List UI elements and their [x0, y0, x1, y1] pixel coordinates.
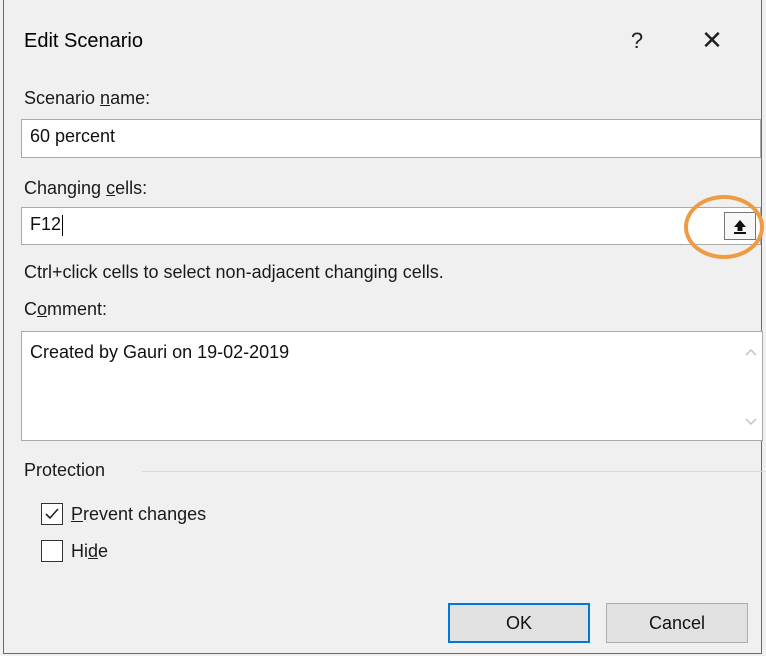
- cancel-button[interactable]: Cancel: [606, 603, 748, 643]
- changing-cells-label: Changing cells:: [24, 178, 147, 199]
- scenario-name-label-pre: Scenario: [24, 88, 101, 108]
- prevent-changes-checkbox[interactable]: [41, 503, 63, 525]
- prevent-changes-label-accesskey: P: [71, 504, 84, 524]
- help-button[interactable]: ?: [622, 24, 652, 58]
- hide-label-post: e: [98, 541, 109, 561]
- prevent-changes-label[interactable]: Prevent changes: [71, 504, 206, 525]
- changing-cells-label-post: ells:: [115, 178, 148, 198]
- edit-scenario-dialog: Edit Scenario ? ✕ Scenario name: 60 perc…: [3, 0, 766, 654]
- comment-label-accesskey: o: [37, 299, 48, 319]
- comment-label-pre: C: [24, 299, 37, 319]
- comment-scrollbar[interactable]: [740, 332, 762, 440]
- scroll-down-icon[interactable]: [744, 414, 758, 428]
- dialog-title: Edit Scenario: [24, 30, 143, 52]
- scenario-name-label-accesskey: n: [100, 88, 111, 108]
- checkmark-icon: [45, 508, 59, 520]
- changing-cells-value: F12: [30, 214, 62, 234]
- prevent-changes-label-post: revent changes: [83, 504, 207, 524]
- changing-cells-hint: Ctrl+click cells to select non-adjacent …: [24, 262, 444, 282]
- hide-checkbox[interactable]: [41, 540, 63, 562]
- scenario-name-value: 60 percent: [30, 126, 116, 146]
- scenario-name-input[interactable]: 60 percent: [21, 119, 761, 158]
- annotation-highlight-ring: [684, 195, 764, 259]
- protection-group-divider: [142, 471, 766, 472]
- comment-label-post: mment:: [47, 299, 108, 319]
- protection-group-label: Protection: [24, 460, 106, 480]
- changing-cells-input[interactable]: F12: [21, 207, 761, 245]
- comment-value: Created by Gauri on 19-02-2019: [30, 342, 290, 362]
- close-button[interactable]: ✕: [692, 22, 732, 58]
- changing-cells-label-accesskey: c: [106, 178, 116, 198]
- scenario-name-label: Scenario name:: [24, 88, 150, 109]
- text-caret: [62, 214, 64, 236]
- scroll-up-icon[interactable]: [744, 346, 758, 360]
- comment-textarea[interactable]: Created by Gauri on 19-02-2019: [21, 331, 763, 441]
- scenario-name-label-post: ame:: [110, 88, 151, 108]
- hide-label-pre: Hi: [71, 541, 88, 561]
- comment-label: Comment:: [24, 299, 107, 320]
- hide-label[interactable]: Hide: [71, 541, 108, 562]
- hide-label-accesskey: d: [88, 541, 99, 561]
- changing-cells-label-pre: Changing: [24, 178, 107, 198]
- ok-button[interactable]: OK: [448, 603, 590, 643]
